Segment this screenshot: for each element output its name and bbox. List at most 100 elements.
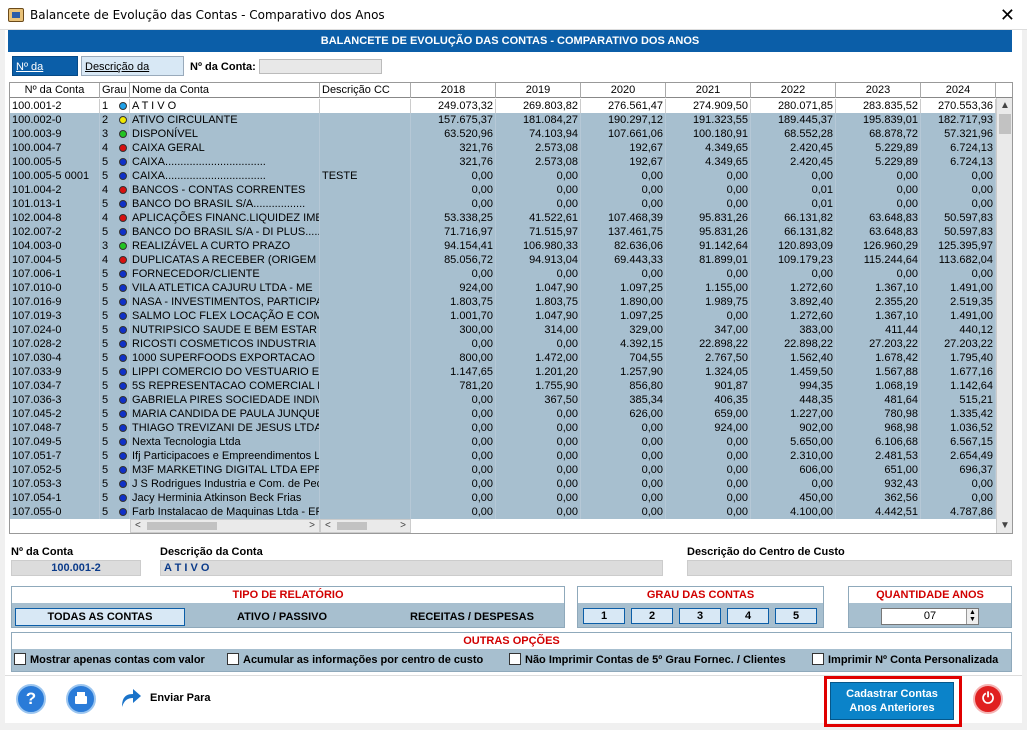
table-row[interactable]: 107.053-3 5 J S Rodrigues Industria e Com.…	[10, 477, 996, 491]
table-row[interactable]: 107.028-25RICOSTI COSMETICOS INDUSTRIA E…	[10, 337, 996, 351]
scroll-left-icon[interactable]: <	[325, 520, 331, 532]
nome-scroll-thumb[interactable]	[147, 522, 217, 530]
cell-conta: 107.016-9	[10, 295, 100, 309]
cell-value-2023: 1.367,10	[836, 309, 921, 323]
cell-value-2024: 50.597,83	[921, 211, 996, 225]
quantidade-anos-spinner[interactable]: 07 ▲ ▼	[881, 608, 979, 625]
col-header-2018[interactable]: 2018	[411, 83, 496, 98]
table-row[interactable]: 107.054-1 5 Jacy Herminia Atkinson Beck Fr…	[10, 491, 996, 505]
scroll-right-icon[interactable]: >	[400, 520, 406, 532]
cell-value-2018: 94.154,41	[411, 239, 496, 253]
cell-value-2018: 53.338,25	[411, 211, 496, 225]
table-row[interactable]: 107.006-1 5 FORNECEDOR/CLIENTE 0,00 0,00 0,00…	[10, 267, 996, 281]
help-button[interactable]: ?	[16, 684, 46, 714]
checkbox-icon[interactable]	[812, 653, 824, 665]
table-row[interactable]: 100.003-9 3 DISPONÍVEL 63.520,96 74.103,94 10…	[10, 127, 996, 141]
col-header-cc[interactable]: Descrição CC	[320, 83, 411, 98]
nome-horizontal-scrollbar[interactable]: < >	[130, 519, 320, 533]
cell-value-2019: 0,00	[496, 491, 581, 505]
table-row[interactable]: 100.001-2 1 A T I V O 249.073,32 269.803,82 2…	[10, 99, 996, 113]
cell-conta: 100.002-0	[10, 113, 100, 127]
col-header-2019[interactable]: 2019	[496, 83, 581, 98]
grau-5-button[interactable]: 5	[775, 608, 817, 624]
table-row[interactable]: 107.024-05NUTRIPSICO SAUDE E BEM ESTAR L…	[10, 323, 996, 337]
cell-value-2024: 113.682,04	[921, 253, 996, 267]
table-row[interactable]: 100.005-5 0001 5 CAIXA....................…	[10, 169, 996, 183]
table-row[interactable]: 107.055-0 5 Farb Instalacao de Maquinas Lt…	[10, 505, 996, 519]
cc-horizontal-scrollbar[interactable]: < >	[320, 519, 411, 533]
table-row[interactable]: 107.033-95LIPPI COMERCIO DO VESTUARIO EI…	[10, 365, 996, 379]
table-row[interactable]: 107.019-35SALMO LOC FLEX LOCAÇÃO E COMER…	[10, 309, 996, 323]
checkbox-icon[interactable]	[14, 653, 26, 665]
scroll-right-icon[interactable]: >	[309, 520, 315, 532]
table-row[interactable]: 107.034-7 5 5S REPRESENTACAO COMERCIAL DE 7…	[10, 379, 996, 393]
col-header-2021[interactable]: 2021	[666, 83, 751, 98]
spinner-arrows-icon[interactable]: ▲ ▼	[966, 609, 978, 624]
scroll-left-icon[interactable]: <	[135, 520, 141, 532]
vertical-scroll-thumb[interactable]	[999, 114, 1011, 134]
col-header-2024[interactable]: 2024	[921, 83, 996, 98]
grau-2-button[interactable]: 2	[631, 608, 673, 624]
table-row[interactable]: 107.052-5 5 M3F MARKETING DIGITAL LTDA EPP…	[10, 463, 996, 477]
table-row[interactable]: 100.002-0 2 ATIVO CIRCULANTE 157.675,37 181.…	[10, 113, 996, 127]
table-row[interactable]: 107.004-54DUPLICATAS A RECEBER (ORIGEM E…	[10, 253, 996, 267]
grau-1-button[interactable]: 1	[583, 608, 625, 624]
cc-scroll-thumb[interactable]	[337, 522, 367, 530]
cadastrar-contas-anos-anteriores-button[interactable]: Cadastrar Contas Anos Anteriores	[830, 682, 954, 720]
table-row[interactable]: 104.003-0 3 REALIZÁVEL A CURTO PRAZO 94.154…	[10, 239, 996, 253]
table-row[interactable]: 107.030-451000 SUPERFOODS EXPORTACAO IMP…	[10, 351, 996, 365]
table-row[interactable]: 101.013-1 5 BANCO DO BRASIL S/A...........…	[10, 197, 996, 211]
table-row[interactable]: 101.004-2 4 BANCOS - CONTAS CORRENTES 0,00 0…	[10, 183, 996, 197]
receitas-despesas-option[interactable]: RECEITAS / DESPESAS	[392, 609, 552, 625]
table-row[interactable]: 107.045-2 5 MARIA CANDIDA DE PAULA JUNQUEI…	[10, 407, 996, 421]
grau-4-button[interactable]: 4	[727, 608, 769, 624]
col-header-2020[interactable]: 2020	[581, 83, 666, 98]
checkbox-icon[interactable]	[509, 653, 521, 665]
cell-value-2021: 0,00	[666, 183, 751, 197]
col-header-2022[interactable]: 2022	[751, 83, 836, 98]
nao-imprimir-5grau-checkbox[interactable]: Não Imprimir Contas de 5º Grau Fornec. /…	[509, 653, 786, 666]
cell-nome: NASA - INVESTIMENTOS, PARTICIPAÃ§ÕES	[130, 295, 320, 309]
search-input[interactable]	[259, 59, 382, 74]
table-row[interactable]: 100.005-5 5 CAIXA.........................…	[10, 155, 996, 169]
ativo-passivo-option[interactable]: ATIVO / PASSIVO	[212, 609, 352, 625]
cell-conta: 107.004-5	[10, 253, 100, 267]
tab-descricao-conta[interactable]: Descrição da Conta	[81, 56, 184, 93]
mostrar-contas-valor-checkbox[interactable]: Mostrar apenas contas com valor	[14, 653, 205, 666]
cell-cc	[320, 407, 411, 421]
table-row[interactable]: 107.010-0 5 VILA ATLETICA CAJURU LTDA - ME…	[10, 281, 996, 295]
print-button[interactable]	[66, 684, 96, 714]
cell-value-2019: 71.515,97	[496, 225, 581, 239]
acumular-cc-checkbox[interactable]: Acumular as informações por centro de cu…	[227, 653, 483, 666]
send-to-icon[interactable]	[116, 685, 142, 711]
scroll-down-icon[interactable]: ▼	[1000, 520, 1010, 532]
close-icon[interactable]: ✕	[1000, 5, 1015, 26]
todas-contas-option[interactable]: TODAS AS CONTAS	[15, 608, 185, 626]
col-header-conta[interactable]: Nº da Conta	[10, 83, 100, 98]
grau-3-button[interactable]: 3	[679, 608, 721, 624]
cell-value-2022: 2.420,45	[751, 141, 836, 155]
table-row[interactable]: 102.004-84APLICAÇÕES FINANC.LIQUIDEZ IME…	[10, 211, 996, 225]
table-row[interactable]: 107.016-9 5 NASA - INVESTIMENTOS, PARTICIP…	[10, 295, 996, 309]
send-to-label[interactable]: Enviar Para	[150, 692, 211, 704]
table-row[interactable]: 107.036-3 5 GABRIELA PIRES SOCIEDADE INDIV…	[10, 393, 996, 407]
cell-value-2023: 68.878,72	[836, 127, 921, 141]
col-header-nome[interactable]: Nome da Conta	[130, 83, 320, 98]
table-row[interactable]: 107.051-7 5 Ifj Participacoes e Empreendim…	[10, 449, 996, 463]
imprimir-conta-personalizada-checkbox[interactable]: Imprimir Nº Conta Personalizada	[812, 653, 998, 666]
vertical-scrollbar[interactable]: ▲ ▼	[996, 98, 1012, 533]
table-row[interactable]: 107.049-5 5 Nexta Tecnologia Ltda 0,00 0,00 0…	[10, 435, 996, 449]
cell-value-2023: 968,98	[836, 421, 921, 435]
table-row[interactable]: 100.004-7 4 CAIXA GERAL 321,76 2.573,08 192,6…	[10, 141, 996, 155]
scroll-up-icon[interactable]: ▲	[1000, 100, 1010, 112]
power-icon[interactable]: ⏻	[973, 684, 1003, 714]
col-header-grau[interactable]: Grau	[100, 83, 130, 98]
table-row[interactable]: 102.007-2 5 BANCO DO BRASIL S/A - DI PLUS.…	[10, 225, 996, 239]
cell-value-2020: 1.257,90	[581, 365, 666, 379]
grau-dot-icon	[119, 494, 127, 502]
table-row[interactable]: 107.048-7 5 THIAGO TREVIZANI DE JESUS LTDA…	[10, 421, 996, 435]
checkbox-icon[interactable]	[227, 653, 239, 665]
col-header-2023[interactable]: 2023	[836, 83, 921, 98]
cell-value-2022: 2.310,00	[751, 449, 836, 463]
tab-numero-conta[interactable]: Nº da Conta	[12, 56, 78, 93]
